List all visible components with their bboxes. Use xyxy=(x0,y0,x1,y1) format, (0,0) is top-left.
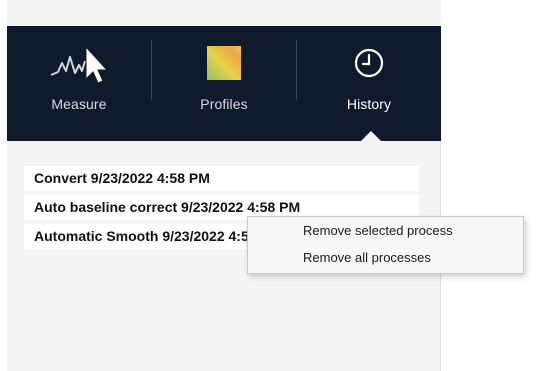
tab-profiles[interactable]: Profiles xyxy=(152,26,296,141)
panel-top-strip xyxy=(7,0,441,26)
tab-profiles-label: Profiles xyxy=(200,96,248,112)
active-tab-indicator xyxy=(361,131,381,141)
tab-history-label: History xyxy=(346,96,392,112)
clock-icon xyxy=(339,40,399,86)
tab-history[interactable]: History xyxy=(297,26,441,141)
profiles-gradient-icon xyxy=(194,40,254,86)
measure-cursor-icon xyxy=(49,40,109,86)
context-menu: Remove selected process Remove all proce… xyxy=(247,216,524,274)
nav-bar: Measure Profiles History xyxy=(7,26,441,141)
history-item[interactable]: Convert 9/23/2022 4:58 PM xyxy=(24,166,419,191)
remove-selected-process-menu-item[interactable]: Remove selected process xyxy=(248,217,523,244)
tab-measure[interactable]: Measure xyxy=(7,26,151,141)
remove-all-processes-menu-item[interactable]: Remove all processes xyxy=(248,244,523,271)
tab-measure-label: Measure xyxy=(51,96,107,112)
